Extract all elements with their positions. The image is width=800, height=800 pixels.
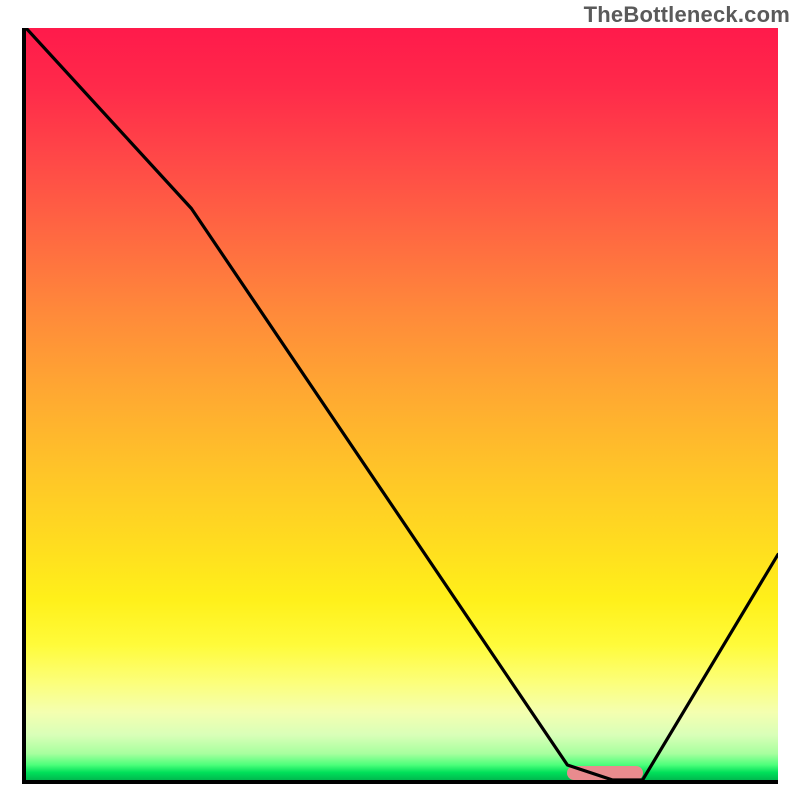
bottleneck-curve-path	[26, 28, 778, 780]
attribution-text: TheBottleneck.com	[584, 2, 790, 28]
bottleneck-curve	[26, 28, 778, 780]
chart-plot-area	[22, 28, 778, 784]
